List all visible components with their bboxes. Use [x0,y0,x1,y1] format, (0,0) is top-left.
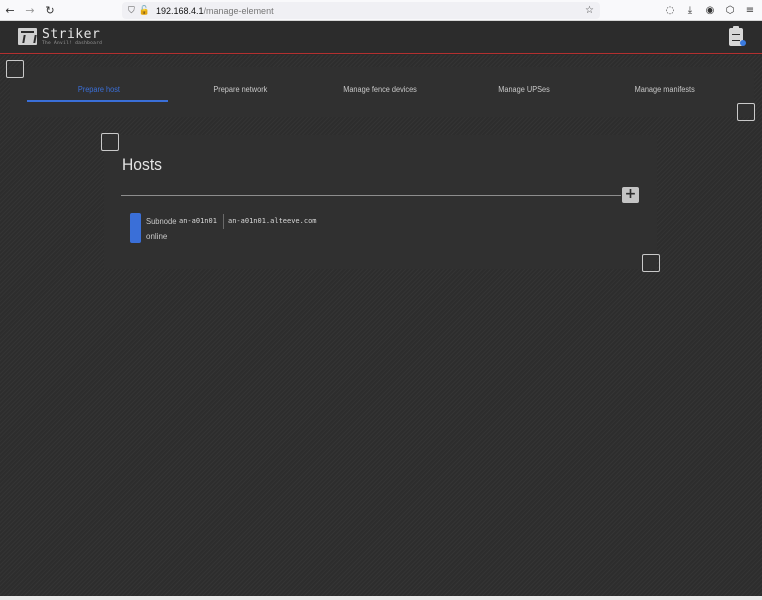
tab-manage-manifests[interactable]: Manage manifests [635,85,695,94]
browser-toolbar: ← → ↻ ⛉ 🔓 192.168.4.1/manage-element ☆ ◌… [0,0,762,21]
address-bar[interactable]: ⛉ 🔓 192.168.4.1/manage-element ☆ [122,2,600,19]
bottom-strip [0,596,762,600]
notification-dot [740,40,746,46]
download-icon[interactable]: ⤓ [684,5,696,16]
host-status-indicator [130,213,141,243]
tabs-panel: Prepare host Prepare network Manage fenc… [10,67,754,117]
host-status: online [146,232,168,241]
tab-manage-fence-devices[interactable]: Manage fence devices [343,85,417,94]
host-fqdn[interactable]: an-a01n01.alteeve.com [228,217,317,225]
pocket-icon[interactable]: ◌ [664,5,676,16]
hosts-divider [121,195,621,196]
brand-name: Striker [42,27,101,42]
host-type: Subnode [146,217,177,226]
shield-icon: ⛉ [128,5,135,16]
url-path: /manage-element [203,5,274,16]
browser-right-tools: ◌ ⤓ ◉ ⬡ ≡ [664,0,756,21]
forward-icon[interactable]: → [20,0,40,21]
host-short-name[interactable]: an-a01n01 [179,217,217,225]
panel-corner-bottom-right [737,103,755,121]
hosts-corner-bottom-right [642,254,660,272]
host-separator [223,214,224,229]
add-host-button[interactable]: + [622,187,639,203]
url-host: 192.168.4.1 [155,5,204,16]
app-header: Striker The Anvil! dashboard [0,21,762,54]
account-icon[interactable]: ◉ [704,5,716,16]
extensions-icon[interactable]: ⬡ [724,5,736,16]
reload-icon[interactable]: ↻ [40,0,60,21]
tab-manage-upses[interactable]: Manage UPSes [498,85,550,94]
hosts-panel: Hosts + Subnode an-a01n01 an-a01n01.alte… [104,135,657,269]
tab-prepare-network[interactable]: Prepare network [213,85,267,94]
hosts-corner-top-left [101,133,119,151]
tab-prepare-host[interactable]: Prepare host [78,85,120,94]
back-icon[interactable]: ← [0,0,20,21]
panel-corner-top-left [6,60,24,78]
bookmark-star-icon[interactable]: ☆ [585,5,594,16]
active-tab-indicator [27,100,168,102]
hosts-title: Hosts [122,155,162,174]
anvil-logo-icon[interactable] [18,28,37,45]
brand-subtitle: The Anvil! dashboard [42,41,103,46]
insecure-lock-icon: 🔓 [138,5,150,16]
menu-icon[interactable]: ≡ [744,5,756,16]
